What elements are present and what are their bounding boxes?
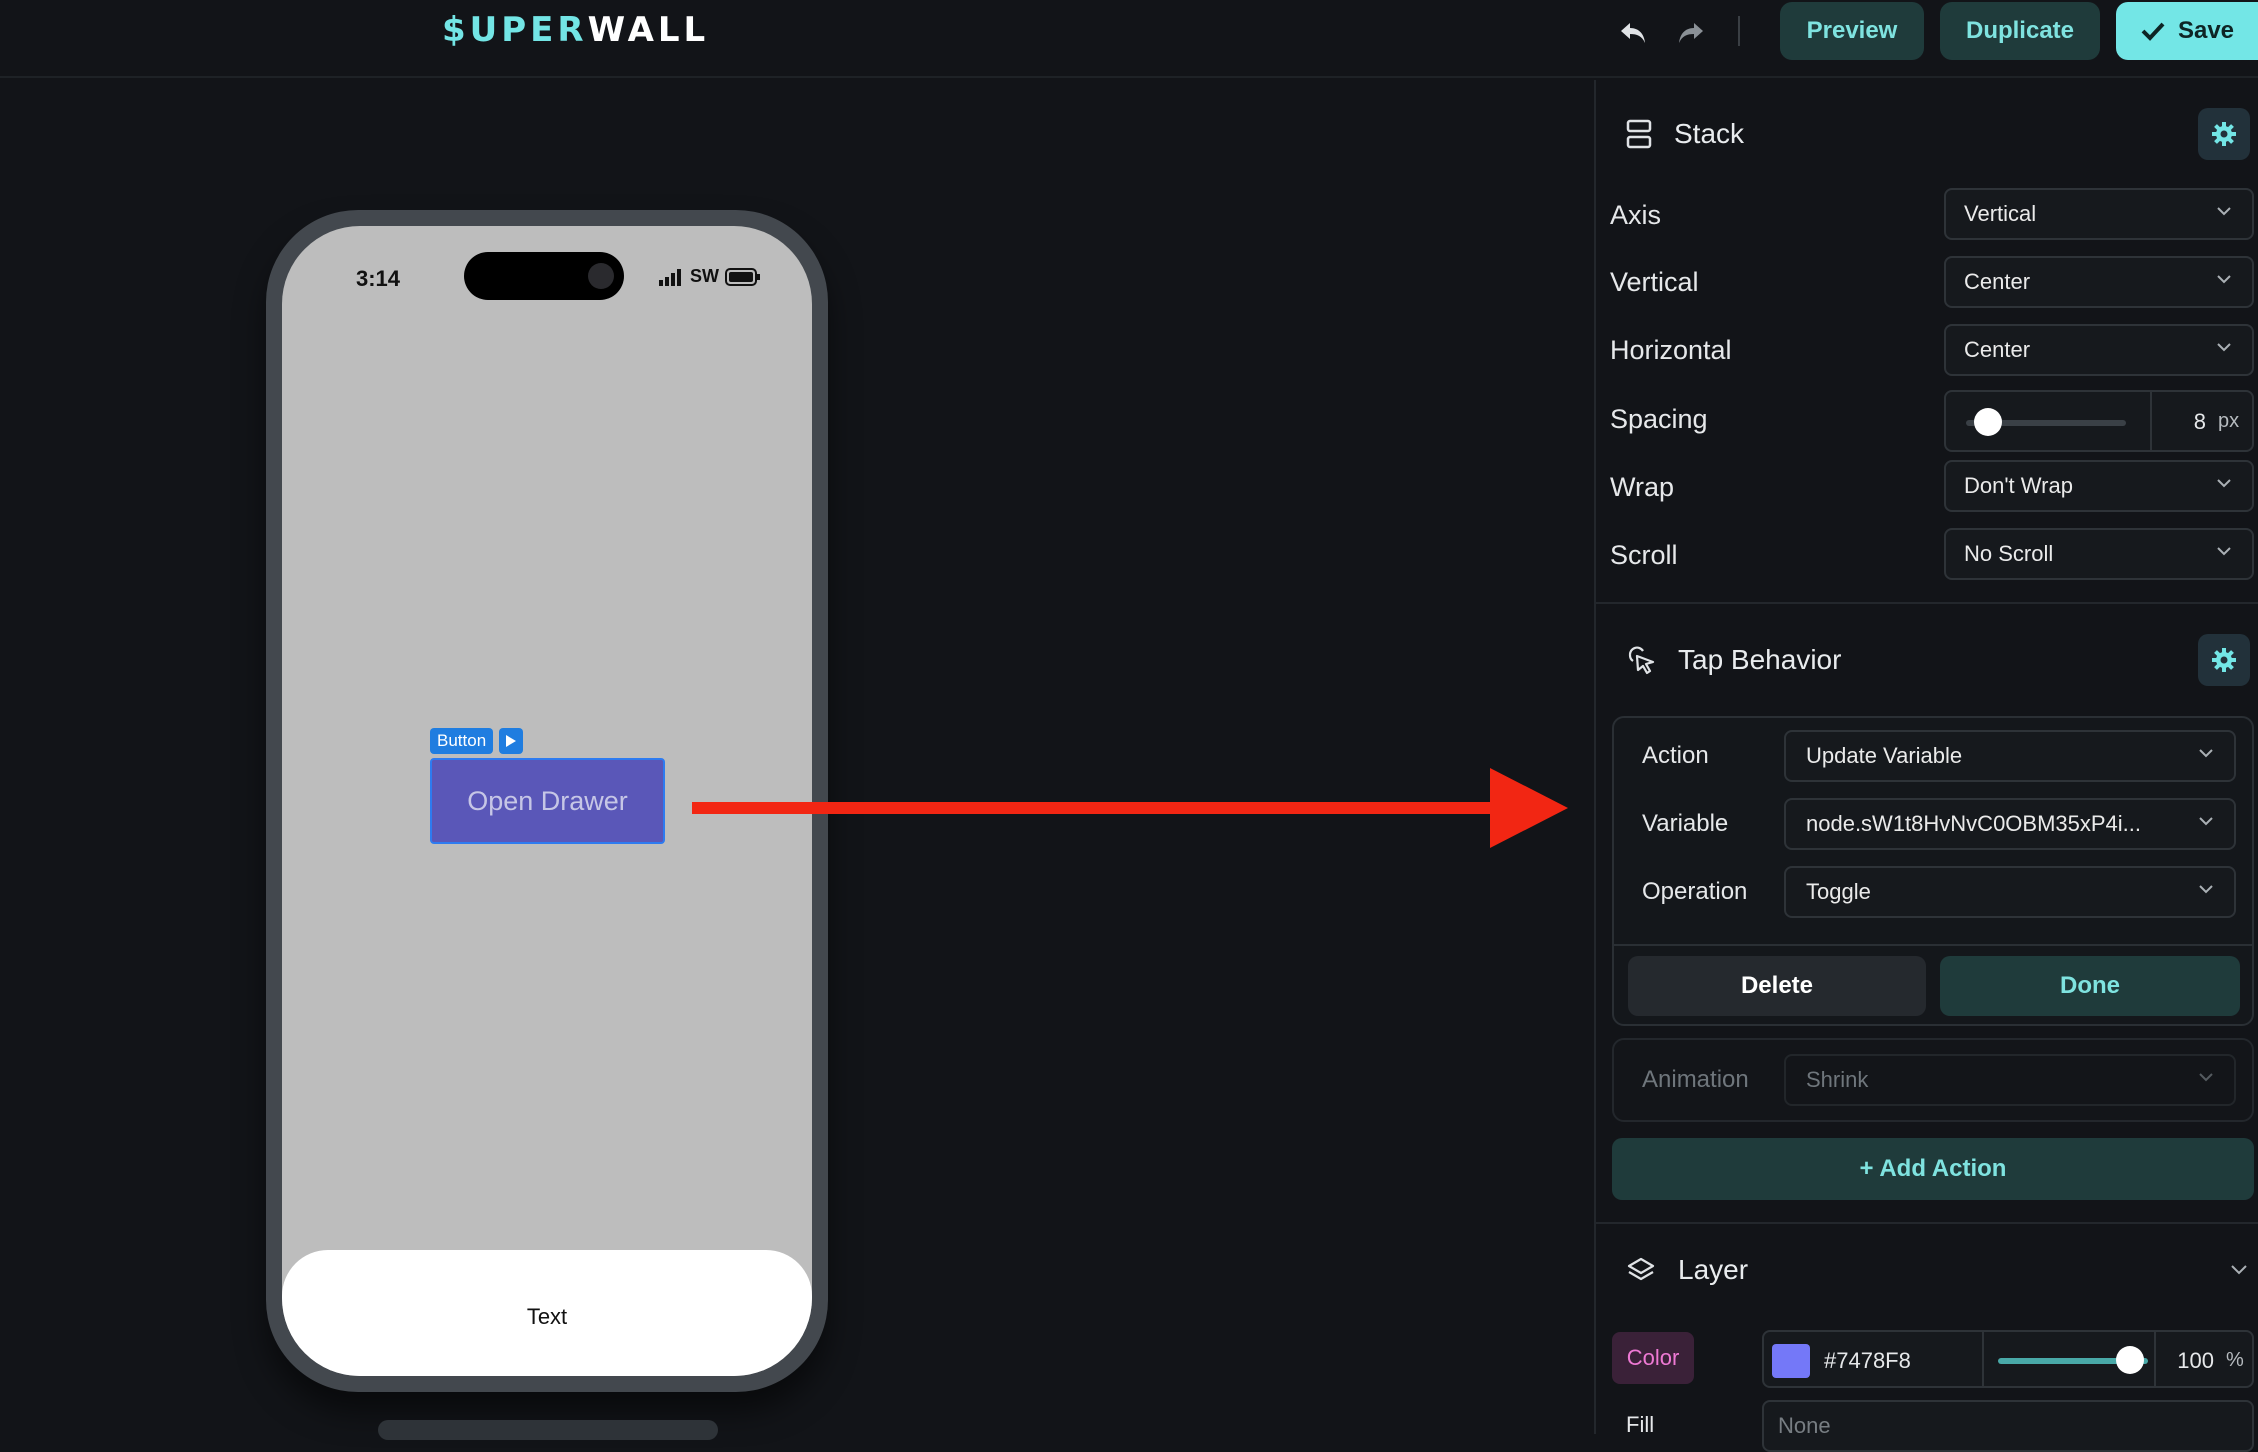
horizontal-label: Horizontal [1610, 335, 1732, 365]
animation-value: Shrink [1806, 1067, 1869, 1092]
stack-icon [1626, 119, 1652, 149]
vertical-select[interactable]: Center [1944, 256, 2254, 308]
variable-select[interactable]: node.sW1t8HvNvC0OBM35xP4i... [1784, 798, 2236, 850]
layer-title: Layer [1678, 1254, 1749, 1285]
action-editor-card: Action Update Variable Variable node.sW1… [1612, 716, 2254, 1026]
axis-label: Axis [1610, 200, 1662, 230]
vertical-label: Vertical [1610, 267, 1699, 297]
wrap-label: Wrap [1610, 472, 1675, 502]
scroll-label: Scroll [1610, 540, 1678, 570]
vertical-value: Center [1964, 269, 2031, 294]
chevron-down-icon [2199, 885, 2213, 894]
button-element-tag: Button [430, 728, 494, 754]
spacing-control: 8 px [1944, 390, 2254, 452]
axis-value: Vertical [1964, 201, 2037, 226]
animation-select[interactable]: Shrink [1784, 1054, 2236, 1106]
carrier-label: SW [690, 266, 719, 286]
layers-icon [1627, 1257, 1655, 1281]
tap-behavior-section-header: Tap Behavior [1626, 640, 1841, 680]
preview-button[interactable]: Preview [1780, 2, 1924, 60]
layer-section-header[interactable]: Layer [1626, 1250, 1748, 1290]
chevron-down-icon [2199, 817, 2213, 826]
toolbar-divider [1738, 16, 1740, 46]
color-hex-value[interactable]: #7478F8 [1824, 1348, 1911, 1374]
chevron-down-icon [2217, 343, 2231, 352]
color-tag[interactable]: Color [1612, 1332, 1694, 1384]
chevron-down-icon [2217, 479, 2231, 488]
action-select[interactable]: Update Variable [1784, 730, 2236, 782]
horizontal-value: Center [1964, 337, 2031, 362]
duplicate-button[interactable]: Duplicate [1940, 2, 2100, 60]
tap-behavior-title: Tap Behavior [1678, 644, 1842, 675]
delete-button[interactable]: Delete [1628, 956, 1926, 1016]
variable-label: Variable [1642, 810, 1729, 837]
fill-value: None [1778, 1413, 1831, 1438]
dynamic-island [464, 252, 624, 300]
stack-title: Stack [1674, 118, 1745, 149]
animation-row: Animation Shrink [1612, 1038, 2254, 1122]
status-indicators: SW [658, 266, 761, 287]
horizontal-select[interactable]: Center [1944, 324, 2254, 376]
chevron-down-icon [2199, 1073, 2213, 1082]
chevron-down-icon[interactable] [2230, 1264, 2248, 1276]
animation-label: Animation [1642, 1066, 1749, 1093]
chevron-down-icon [2217, 207, 2231, 216]
spacing-label: Spacing [1610, 404, 1708, 434]
tap-cursor-icon [1628, 646, 1655, 675]
fill-label: Fill [1626, 1412, 1655, 1437]
properties-panel: Stack Axis Vertical Vertical Center Hori… [1594, 80, 2258, 1452]
spacing-value[interactable]: 8 [2156, 409, 2206, 435]
save-button-label: Save [2177, 17, 2235, 44]
variable-value: node.sW1t8HvNvC0OBM35xP4i... [1806, 811, 2142, 836]
chevron-down-icon [2217, 275, 2231, 284]
check-icon [2141, 22, 2165, 41]
wrap-value: Don't Wrap [1964, 473, 2073, 498]
wrap-select[interactable]: Don't Wrap [1944, 460, 2254, 512]
opacity-value[interactable]: 100 [2164, 1348, 2214, 1374]
red-arrow-icon [692, 768, 1568, 848]
spacing-unit: px [2218, 410, 2240, 432]
section-divider [1596, 1222, 2258, 1224]
superwall-logo: $UPERWALL [442, 10, 710, 50]
battery-icon [725, 267, 760, 286]
section-divider [1596, 602, 2258, 604]
spacing-slider-thumb[interactable] [1974, 408, 2002, 436]
action-value: Update Variable [1806, 743, 1963, 768]
open-drawer-button[interactable]: Open Drawer [430, 758, 665, 844]
drawer-text: Text [526, 1304, 568, 1329]
save-button[interactable]: Save [2116, 2, 2258, 60]
stack-gear-icon[interactable] [2198, 108, 2250, 160]
add-action-button[interactable]: + Add Action [1612, 1138, 2254, 1200]
fill-select[interactable]: None [1762, 1400, 2254, 1452]
action-label: Action [1642, 742, 1709, 769]
opacity-unit: % [2226, 1349, 2244, 1371]
top-bar: $UPERWALL Preview Duplicate Save [0, 0, 2258, 78]
scroll-select[interactable]: No Scroll [1944, 528, 2254, 580]
chevron-down-icon [2217, 547, 2231, 556]
play-icon[interactable] [499, 728, 523, 754]
done-button[interactable]: Done [1940, 956, 2240, 1016]
canvas-bottom-control[interactable] [378, 1420, 718, 1440]
undo-arrow-icon[interactable] [1616, 16, 1650, 50]
stack-section-header: Stack [1626, 114, 1744, 154]
status-time: 3:14 [356, 266, 401, 291]
scroll-value: No Scroll [1964, 541, 2054, 566]
operation-label: Operation [1642, 878, 1748, 905]
opacity-slider-thumb[interactable] [2116, 1346, 2144, 1374]
axis-select[interactable]: Vertical [1944, 188, 2254, 240]
tap-behavior-gear-icon[interactable] [2198, 634, 2250, 686]
operation-select[interactable]: Toggle [1784, 866, 2236, 918]
bottom-drawer: Text [282, 1250, 812, 1376]
chevron-down-icon [2199, 749, 2213, 758]
redo-arrow-icon[interactable] [1674, 16, 1708, 50]
color-control: #7478F8 100 % [1762, 1330, 2254, 1388]
signal-icon [659, 268, 681, 286]
color-swatch[interactable] [1772, 1344, 1810, 1378]
operation-value: Toggle [1806, 879, 1871, 904]
